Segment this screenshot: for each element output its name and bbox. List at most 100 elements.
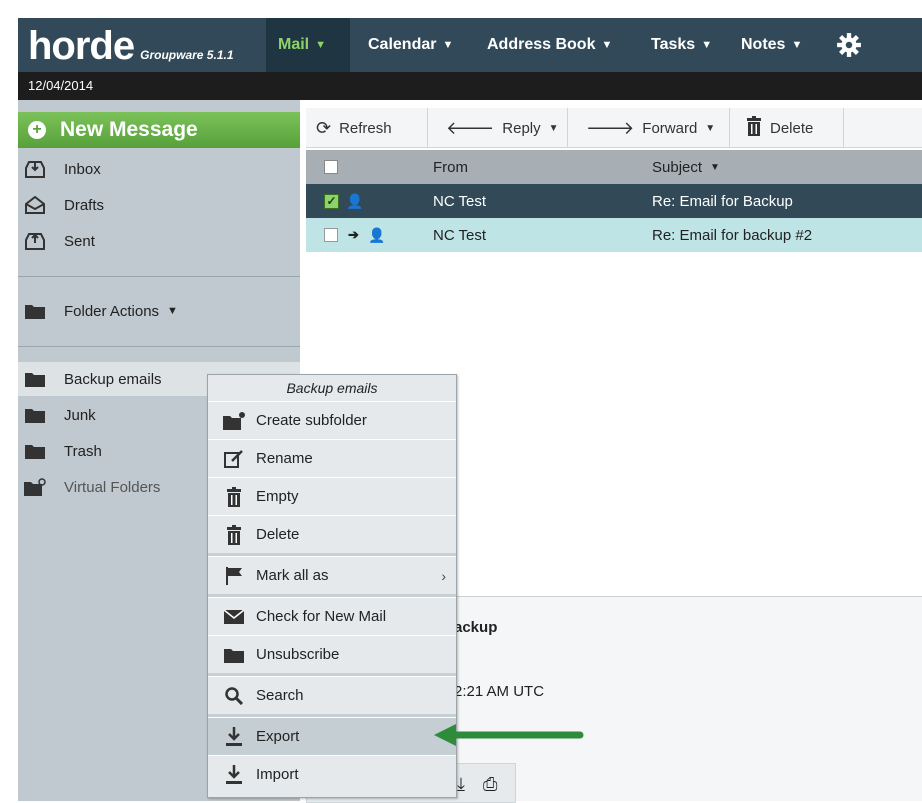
export-icon [222,726,246,748]
folder-label: Backup emails [64,370,162,388]
menu-label: Delete [256,526,300,543]
menu-export[interactable]: Export [208,717,456,755]
menu-mark-all-as[interactable]: Mark all as › [208,556,456,594]
print-icon[interactable]: ⎙ [483,774,497,795]
row-subject: Re: Email for Backup [652,192,793,210]
search-icon [222,685,246,707]
new-message-label: New Message [60,118,198,141]
select-all-checkbox[interactable] [324,160,338,174]
date-bar: 12/04/2014 [18,72,922,100]
menu-check-new-mail[interactable]: Check for New Mail [208,597,456,635]
folder-icon [222,644,246,666]
forward-arrow-icon: 🡒 [586,117,635,138]
folder-icon [24,405,46,425]
folder-drafts[interactable]: Drafts [18,188,300,222]
gear-icon[interactable] [836,32,862,58]
inbox-icon [24,159,46,179]
preview-subject: ackup [454,619,498,636]
folder-label: Inbox [64,160,101,178]
menu-label: Mark all as [256,567,329,584]
reply-arrow-icon: 🡐 [446,117,495,138]
chevron-down-icon: ▼ [705,122,716,134]
import-icon [222,764,246,786]
nav-tasks-label: Tasks [651,36,696,53]
menu-label: Empty [256,488,299,505]
menu-label: Rename [256,450,313,467]
column-from[interactable]: From [433,150,468,184]
folder-actions-button[interactable]: Folder Actions ▼ [18,294,300,328]
new-folder-icon [222,410,246,432]
chevron-down-icon: ▼ [791,39,803,51]
message-row[interactable]: ➔ 👤 NC Test Re: Email for backup #2 [306,218,922,252]
menu-label: Create subfolder [256,412,367,429]
folder-label: Virtual Folders [64,478,161,496]
column-from-label: From [433,158,468,176]
logo-text: horde [28,24,135,68]
chevron-right-icon: › [441,567,446,584]
message-toolbar: ⟳ Refresh 🡐 Reply ▼ 🡒 Forward ▼ Delete [306,108,922,148]
menu-rename[interactable]: Rename [208,439,456,477]
folder-icon [24,301,46,321]
forward-label: Forward [642,119,698,137]
menu-label: Unsubscribe [256,646,340,663]
row-subject: Re: Email for backup #2 [652,226,813,244]
menu-search[interactable]: Search [208,676,456,714]
nav-tasks[interactable]: Tasks ▼ [651,18,712,72]
refresh-button[interactable]: ⟳ Refresh [306,108,428,148]
menu-label: Import [256,766,299,783]
flag-icon [222,565,246,587]
nav-address-book[interactable]: Address Book ▼ [487,18,612,72]
menu-create-subfolder[interactable]: Create subfolder [208,401,456,439]
sent-icon [24,231,46,251]
menu-delete[interactable]: Delete [208,515,456,553]
folder-icon [24,441,46,461]
chevron-down-icon: ▼ [548,122,559,134]
menu-label: Export [256,728,300,745]
menu-label: Check for New Mail [256,608,387,625]
person-icon: 👤 [346,192,364,209]
folder-label: Trash [64,442,102,460]
message-row[interactable]: ✓ 👤 NC Test Re: Email for Backup [306,184,922,218]
new-message-button[interactable]: + New Message [18,112,300,148]
drafts-icon [24,195,46,215]
divider [18,346,300,347]
download-icon[interactable]: ⤓ [457,774,465,795]
menu-empty[interactable]: Empty [208,477,456,515]
plus-icon: + [28,121,46,139]
row-checkbox[interactable] [324,228,338,242]
reply-button[interactable]: 🡐 Reply ▼ [428,108,568,148]
folder-label: Drafts [64,196,105,214]
top-nav-bar: horde Groupware 5.1.1 Mail ▼ Calendar ▼ Ad… [18,18,922,72]
nav-mail-label: Mail [278,36,310,53]
nav-calendar-label: Calendar [368,36,437,53]
menu-unsubscribe[interactable]: Unsubscribe [208,635,456,673]
delete-button[interactable]: Delete [730,108,844,148]
refresh-icon: ⟳ [316,117,332,138]
trash-icon [222,524,246,546]
nav-calendar[interactable]: Calendar ▼ [368,18,453,72]
current-date: 12/04/2014 [28,78,94,93]
folder-label: Junk [64,406,96,424]
divider [18,276,300,277]
horde-logo[interactable]: horde Groupware 5.1.1 [18,18,266,72]
forwarded-icon: ➔ [348,227,359,242]
folder-actions-label: Folder Actions [64,302,160,320]
reply-label: Reply [502,119,541,137]
folder-sent[interactable]: Sent [18,224,300,258]
envelope-icon [222,606,246,628]
row-from: NC Test [433,226,487,244]
chevron-down-icon: ▼ [601,39,613,51]
person-icon: 👤 [368,226,386,243]
delete-label: Delete [770,119,814,137]
column-subject[interactable]: Subject ▼ [652,150,720,184]
row-checkbox[interactable]: ✓ [324,194,339,209]
context-menu-title: Backup emails [286,380,378,396]
nav-mail[interactable]: Mail ▼ [266,18,350,72]
edit-icon [222,448,246,470]
menu-import[interactable]: Import [208,755,456,793]
virtual-folder-icon [24,477,46,497]
trash-icon [222,486,246,508]
nav-notes[interactable]: Notes ▼ [741,18,802,72]
forward-button[interactable]: 🡒 Forward ▼ [568,108,730,148]
folder-inbox[interactable]: Inbox [18,152,300,186]
